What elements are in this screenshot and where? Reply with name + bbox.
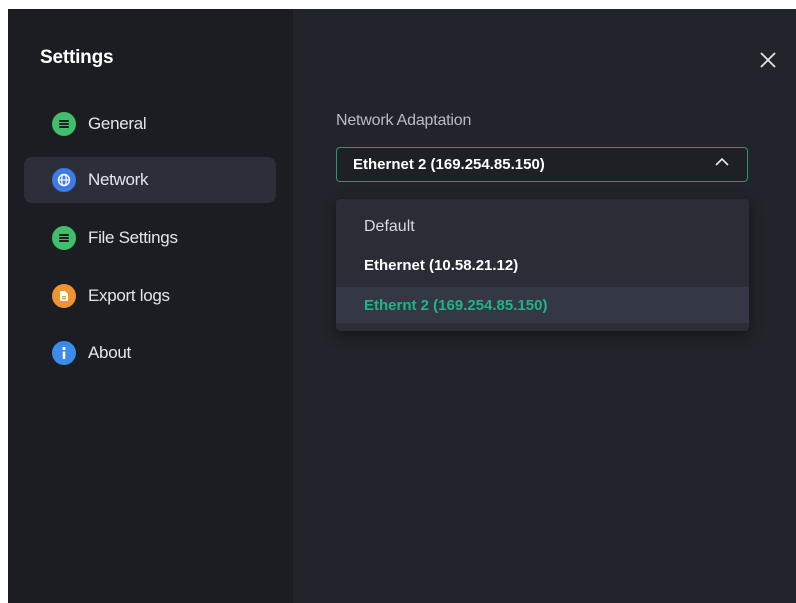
sidebar-item-label: General (88, 114, 147, 133)
general-icon (52, 112, 76, 136)
export-logs-icon (52, 284, 76, 308)
close-button[interactable] (756, 48, 780, 72)
adapter-option-ethernet-2[interactable]: Ethernt 2 (169.254.85.150) (336, 287, 749, 323)
sidebar-item-export-logs[interactable]: Export logs (24, 273, 276, 319)
sidebar-item-network[interactable]: Network (24, 157, 276, 203)
selected-adapter-value: Ethernet 2 (169.254.85.150) (353, 156, 545, 173)
adapter-option-default[interactable]: Default (336, 208, 749, 245)
chevron-up-icon (715, 157, 729, 166)
sidebar-item-label: Network (88, 170, 149, 189)
info-icon (52, 341, 76, 365)
file-settings-icon (52, 226, 76, 250)
network-adaptation-label: Network Adaptation (336, 112, 472, 129)
sidebar-item-file-settings[interactable]: File Settings (24, 215, 276, 261)
option-label: Ethernet (10.58.21.12) (364, 257, 519, 274)
sidebar-item-label: About (88, 343, 131, 362)
close-icon (760, 52, 776, 68)
settings-window: Settings General Network File Settings E… (8, 9, 796, 603)
adapter-dropdown-menu: Default Ethernet (10.58.21.12) Ethernt 2… (336, 199, 749, 331)
sidebar-title: Settings (40, 47, 114, 68)
network-adapter-select[interactable]: Ethernet 2 (169.254.85.150) (336, 147, 748, 182)
sidebar: Settings General Network File Settings E… (8, 9, 293, 603)
sidebar-item-label: File Settings (88, 228, 178, 247)
adapter-option-ethernet[interactable]: Ethernet (10.58.21.12) (336, 247, 749, 284)
sidebar-item-label: Export logs (88, 286, 170, 305)
globe-icon (52, 168, 76, 192)
sidebar-item-general[interactable]: General (24, 101, 276, 147)
sidebar-item-about[interactable]: About (24, 330, 276, 376)
option-label: Ethernt 2 (169.254.85.150) (364, 296, 548, 314)
option-label: Default (364, 217, 415, 235)
